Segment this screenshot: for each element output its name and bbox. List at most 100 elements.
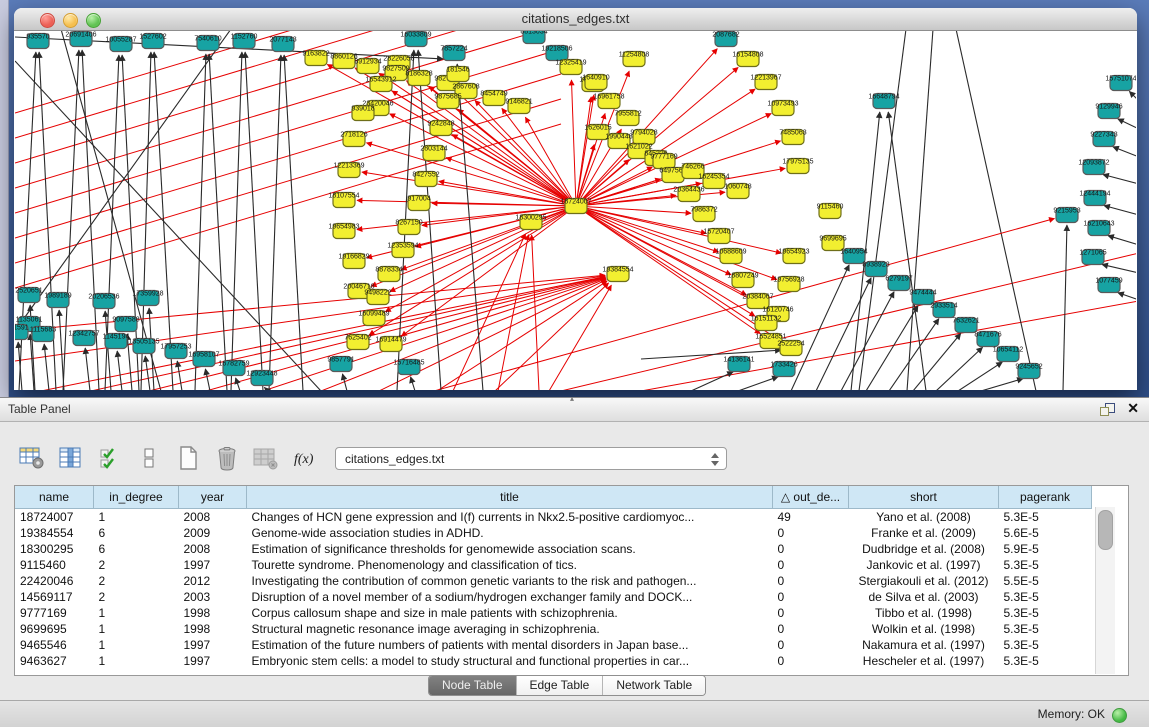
cell[interactable]: 2003 — [179, 589, 247, 605]
table-row[interactable]: 977716911998Corpus callosum shape and si… — [15, 605, 1092, 621]
cell[interactable]: 5.6E-5 — [999, 525, 1092, 541]
cell[interactable]: Disruption of a novel member of a sodium… — [247, 589, 773, 605]
graph-node[interactable]: 9857791 — [327, 357, 354, 372]
graph-node[interactable]: 16782759 — [218, 361, 249, 376]
graph-node[interactable]: 20206536 — [88, 294, 119, 309]
graph-node[interactable]: 19384554 — [602, 267, 633, 282]
graph-node[interactable]: 1077459 — [1095, 278, 1122, 293]
graph-node[interactable]: 12213967 — [750, 75, 781, 90]
graph-node[interactable]: 9777169 — [650, 154, 677, 169]
graph-node[interactable]: 1145194 — [103, 334, 130, 349]
table-row[interactable]: 2242004622012Investigating the contribut… — [15, 573, 1092, 589]
graph-node[interactable]: 12342757 — [68, 331, 99, 346]
cell[interactable]: 6 — [94, 525, 179, 541]
cell[interactable]: Genome-wide association studies in ADHD. — [247, 525, 773, 541]
column-header-out_de[interactable]: △ out_de... — [773, 486, 849, 509]
graph-node[interactable]: 18724007 — [560, 199, 591, 214]
graph-node[interactable]: 11254808 — [619, 52, 650, 67]
graph-node[interactable]: 1527602 — [139, 34, 166, 49]
graph-node[interactable]: 19166829 — [338, 254, 369, 269]
cell[interactable]: Jankovic et al. (1997) — [849, 557, 999, 573]
graph-node[interactable]: 9242848 — [427, 121, 454, 136]
vertical-scrollbar[interactable] — [1095, 507, 1115, 674]
cell[interactable]: 0 — [773, 653, 849, 669]
graph-node[interactable]: 19756928 — [773, 277, 804, 292]
table-row[interactable]: 1872400712008Changes of HCN gene express… — [15, 509, 1092, 526]
cell[interactable]: Franke et al. (2009) — [849, 525, 999, 541]
graph-node[interactable]: 16099489 — [358, 311, 389, 326]
cell[interactable]: Estimation of significance thresholds fo… — [247, 541, 773, 557]
graph-node[interactable]: 12923448 — [246, 371, 277, 386]
column-header-year[interactable]: year — [179, 486, 247, 509]
table-row[interactable]: 946554611997Estimation of the future num… — [15, 637, 1092, 653]
graph-node[interactable]: 2522254 — [777, 341, 804, 356]
memory-status-indicator[interactable] — [1112, 708, 1127, 723]
cell[interactable]: 2 — [94, 573, 179, 589]
graph-node[interactable]: 391591 — [15, 325, 29, 340]
minimize-window-button[interactable] — [63, 13, 78, 28]
graph-node[interactable]: 2520651 — [15, 288, 42, 303]
cell[interactable]: 1 — [94, 653, 179, 669]
graph-node[interactable]: 7986372 — [690, 207, 717, 222]
graph-node[interactable]: 16958107 — [188, 352, 219, 367]
cell[interactable]: 9465546 — [15, 637, 94, 653]
graph-node[interactable]: 917004 — [407, 196, 430, 211]
cell[interactable]: 5.9E-5 — [999, 541, 1092, 557]
function-builder-button[interactable]: f(x) — [291, 444, 319, 472]
table-row[interactable]: 1456911722003Disruption of a novel membe… — [15, 589, 1092, 605]
column-header-in_degree[interactable]: in_degree — [94, 486, 179, 509]
show-columns-button[interactable] — [57, 444, 85, 472]
graph-node[interactable]: 12325419 — [555, 60, 586, 75]
close-panel-icon[interactable]: ✕ — [1127, 400, 1139, 417]
cell[interactable]: 0 — [773, 637, 849, 653]
cell[interactable]: 5.3E-5 — [999, 621, 1092, 637]
select-columns-button[interactable] — [96, 444, 124, 472]
cell[interactable]: 1 — [94, 509, 179, 526]
column-header-pagerank[interactable]: pagerank — [999, 486, 1092, 509]
cell[interactable]: 18724007 — [15, 509, 94, 526]
cell[interactable]: 0 — [773, 589, 849, 605]
cell[interactable]: Hescheler et al. (1997) — [849, 653, 999, 669]
graph-node[interactable]: 2933514 — [930, 303, 957, 318]
scrollbar-thumb[interactable] — [1098, 510, 1113, 550]
column-header-title[interactable]: title — [247, 486, 773, 509]
table-row[interactable]: 911546021997Tourette syndrome. Phenomeno… — [15, 557, 1092, 573]
cell[interactable]: 2008 — [179, 509, 247, 526]
cell[interactable]: Stergiakouli et al. (2012) — [849, 573, 999, 589]
graph-node[interactable]: 2803144 — [420, 146, 447, 161]
graph-node[interactable]: 8186328 — [405, 71, 432, 86]
tab-network-table[interactable]: Network Table — [602, 676, 705, 695]
cell[interactable]: 1 — [94, 621, 179, 637]
cell[interactable]: 5.5E-5 — [999, 573, 1092, 589]
graph-node[interactable]: 9875685 — [434, 94, 461, 109]
graph-node[interactable]: 9227343 — [1090, 132, 1117, 147]
cell[interactable]: Yano et al. (2008) — [849, 509, 999, 526]
graph-node[interactable]: 6279197 — [885, 276, 912, 291]
graph-node[interactable]: 10055287 — [105, 37, 136, 52]
float-panel-icon[interactable] — [1100, 403, 1115, 416]
close-window-button[interactable] — [40, 13, 55, 28]
graph-node[interactable]: 7625402 — [344, 335, 371, 350]
graph-node[interactable]: 1640910 — [582, 75, 609, 90]
table-row[interactable]: 946362711997Embryonic stem cells: a mode… — [15, 653, 1092, 669]
table-source-select[interactable]: citations_edges.txt — [335, 447, 727, 470]
table-row[interactable]: 969969511998Structural magnetic resonanc… — [15, 621, 1092, 637]
graph-node[interactable]: 181546 — [446, 67, 469, 82]
cell[interactable]: 19384554 — [15, 525, 94, 541]
graph-node[interactable]: 8454749 — [480, 91, 507, 106]
cell[interactable]: 1997 — [179, 653, 247, 669]
graph-node[interactable]: 15716485 — [393, 360, 424, 375]
graph-node[interactable]: 10654112 — [993, 347, 1024, 362]
cell[interactable]: Dudbridge et al. (2008) — [849, 541, 999, 557]
graph-node[interactable]: 19218506 — [541, 46, 572, 61]
cell[interactable]: 1 — [94, 605, 179, 621]
cell[interactable]: 1997 — [179, 637, 247, 653]
graph-node[interactable]: 8813034 — [520, 31, 547, 44]
graph-node[interactable]: 17957253 — [160, 344, 191, 359]
graph-node[interactable]: 935570 — [26, 34, 49, 49]
graph-node[interactable]: 8427552 — [412, 172, 439, 187]
graph-node[interactable]: 10688609 — [715, 249, 746, 264]
graph-node[interactable]: 8938923 — [862, 262, 889, 277]
graph-node[interactable]: 20364436 — [673, 187, 704, 202]
cell[interactable]: 5.3E-5 — [999, 557, 1092, 573]
